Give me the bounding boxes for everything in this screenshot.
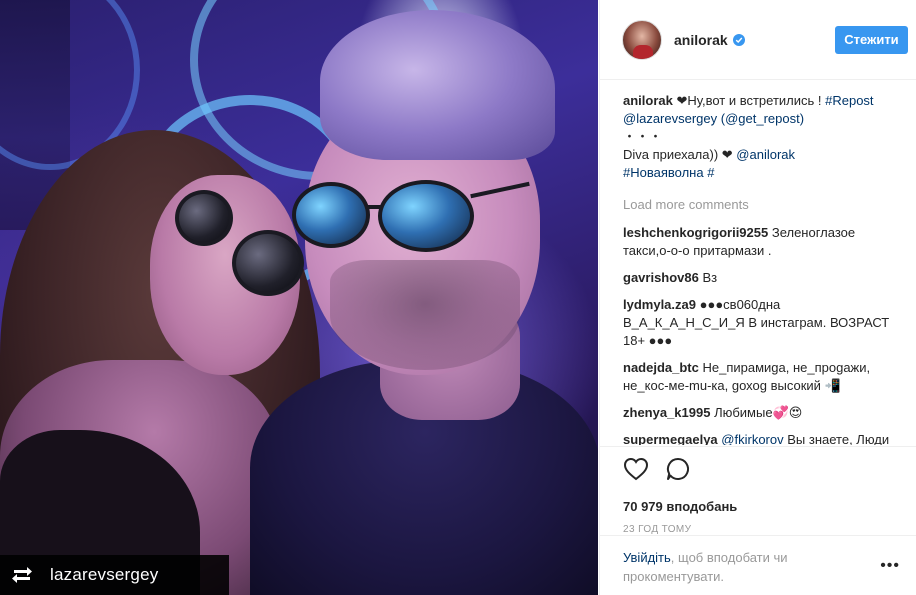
comment-username[interactable]: leshchenkogrigorii9255: [623, 225, 768, 240]
post-header: anilorak Стежити: [600, 0, 916, 80]
load-more-comments-button[interactable]: Load more comments: [623, 196, 904, 214]
repost-username: lazarevsergey: [50, 565, 159, 584]
caption-username[interactable]: anilorak: [623, 93, 673, 108]
follow-button[interactable]: Стежити: [835, 25, 908, 54]
comment-username[interactable]: lydmyla.za9: [623, 297, 696, 312]
comment-username[interactable]: gavrishov86: [623, 270, 699, 285]
action-icons: [623, 457, 904, 485]
post-actions: 70 979 вподобань 23 ГОД ТОМУ: [600, 446, 916, 535]
hashtag-link[interactable]: #Новаяволна: [623, 165, 704, 180]
mention-link[interactable]: @fkirkorov: [721, 432, 783, 445]
post-sidebar: anilorak Стежити anilorak ❤Ну,вот и встр…: [599, 0, 916, 595]
caption-text: ・・・: [623, 129, 663, 144]
comment-icon[interactable]: [665, 456, 691, 487]
verified-badge-icon: [732, 33, 745, 46]
likes-count[interactable]: 70 979 вподобань: [623, 499, 904, 514]
man-sunglasses-lens: [378, 180, 474, 252]
caption-text: Diva приехала)) ❤: [623, 147, 737, 162]
comment-text: Вз: [698, 270, 718, 285]
mention-link[interactable]: @lazarevsergey: [623, 111, 717, 126]
repost-icon: [8, 561, 36, 589]
list-item: supermegaelya @fkirkorov Вы знаете, Люди…: [623, 431, 904, 445]
heart-icon[interactable]: [623, 457, 649, 486]
login-link[interactable]: Увійдіть: [623, 550, 671, 565]
woman-sunglasses-lens: [175, 190, 233, 246]
login-text: Увійдіть, щоб вподобати чи прокоментуват…: [623, 548, 863, 586]
comment-text: Любимые💞😍: [710, 405, 803, 420]
list-item: leshchenkogrigorii9255 Зеленоглазое такс…: [623, 224, 904, 260]
woman-sunglasses-lens: [232, 230, 304, 296]
hashtag-link[interactable]: #Repost: [825, 93, 873, 108]
man-beard: [330, 260, 520, 370]
man-hair: [320, 10, 555, 160]
login-prompt: Увійдіть, щоб вподобати чи прокоментуват…: [600, 535, 916, 586]
list-item: zhenya_k1995 Любимые💞😍: [623, 404, 904, 422]
comments-list[interactable]: anilorak ❤Ну,вот и встретились ! #Repost…: [600, 80, 916, 445]
man-sunglasses-lens: [292, 182, 370, 248]
list-item: nadejda_btc Не_пирамиgа, не_проgажи, не_…: [623, 359, 904, 395]
hashtag-link[interactable]: #: [704, 165, 714, 180]
comment-username[interactable]: supermegaelya: [623, 432, 718, 445]
caption-text[interactable]: (@get_repost): [717, 111, 804, 126]
caption-text: ❤Ну,вот и встретились !: [672, 93, 826, 108]
comment-username[interactable]: nadejda_btc: [623, 360, 699, 375]
more-options-icon[interactable]: •••: [880, 556, 900, 586]
mention-link[interactable]: @anilorak: [736, 147, 795, 162]
repost-badge: lazarevsergey: [0, 555, 229, 595]
avatar[interactable]: [622, 19, 662, 60]
sunglasses-bridge: [368, 205, 382, 209]
list-item: gavrishov86 Вз: [623, 269, 904, 287]
post-timestamp[interactable]: 23 ГОД ТОМУ: [623, 524, 904, 535]
list-item: lydmyla.za9 ●●●св060дна В_А_К_А_Н_С_И_Я …: [623, 296, 904, 350]
post-photo[interactable]: lazarevsergey: [0, 0, 598, 595]
caption: anilorak ❤Ну,вот и встретились ! #Repost…: [623, 92, 904, 182]
author-username[interactable]: anilorak: [674, 32, 728, 48]
comment-username[interactable]: zhenya_k1995: [623, 405, 710, 420]
